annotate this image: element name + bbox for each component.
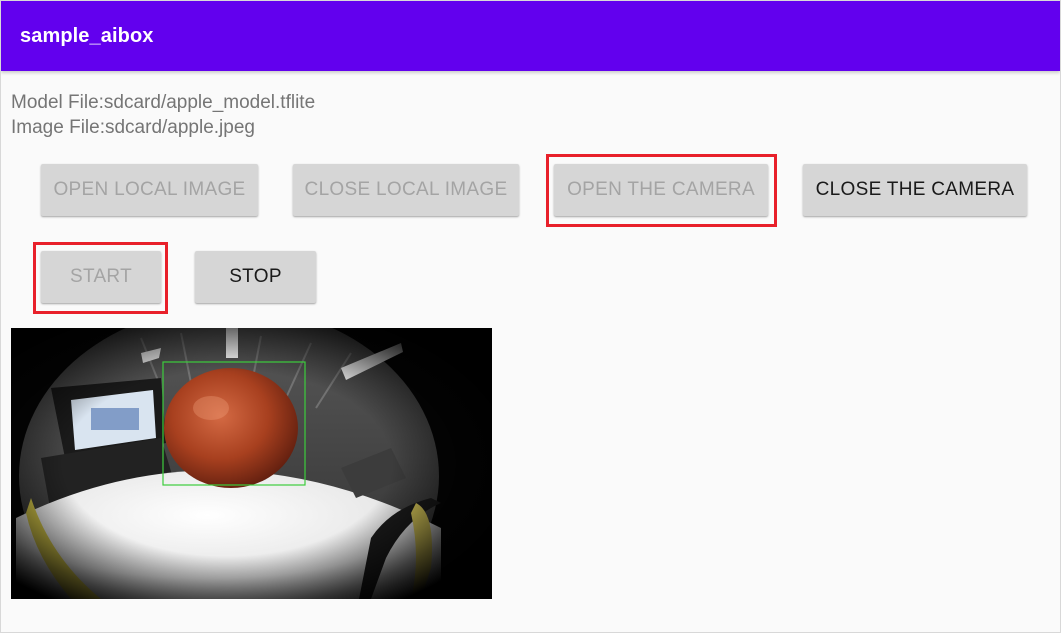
camera-preview	[11, 328, 492, 599]
open-camera-button[interactable]: OPEN THE CAMERA	[554, 164, 768, 216]
app-bar: sample_aibox	[1, 1, 1060, 71]
start-button[interactable]: START	[41, 251, 161, 303]
app-title: sample_aibox	[20, 25, 154, 47]
open-local-image-button[interactable]: OPEN LOCAL IMAGE	[41, 164, 258, 216]
close-camera-button[interactable]: CLOSE THE CAMERA	[803, 164, 1027, 216]
stop-button[interactable]: STOP	[195, 251, 316, 303]
camera-preview-image	[11, 328, 492, 599]
image-file-label: Image File:sdcard/apple.jpeg	[11, 117, 255, 138]
app-window: sample_aibox Model File:sdcard/apple_mod…	[0, 0, 1061, 633]
model-file-label: Model File:sdcard/apple_model.tflite	[11, 92, 316, 113]
close-local-image-button[interactable]: CLOSE LOCAL IMAGE	[293, 164, 519, 216]
